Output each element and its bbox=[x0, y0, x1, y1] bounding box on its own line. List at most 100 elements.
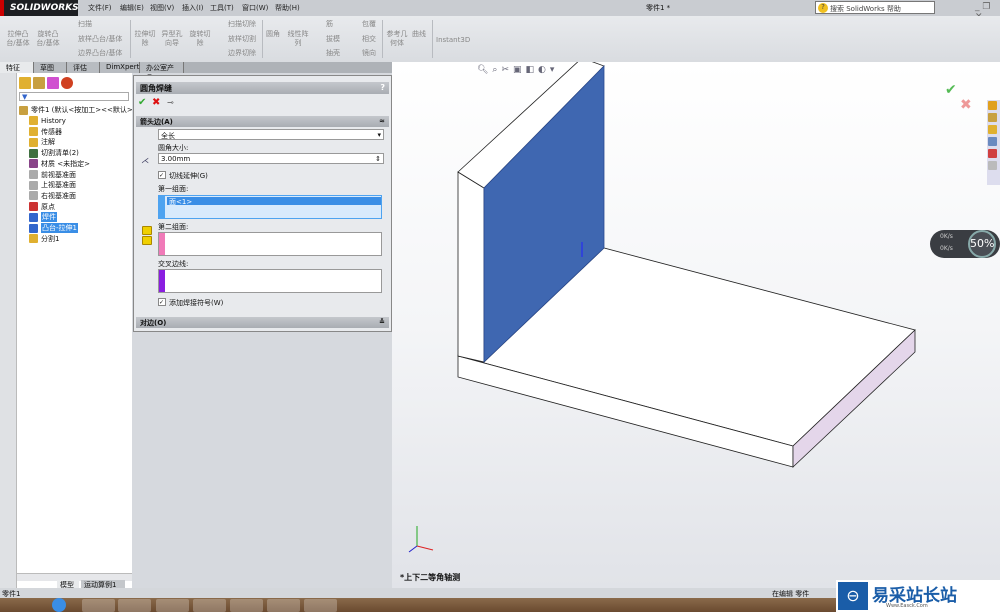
pm-title: 圆角焊缝? bbox=[136, 82, 389, 94]
extrude-cut-button[interactable]: 拉伸切除 bbox=[133, 30, 157, 48]
linear-pattern-button[interactable]: 线性阵列 bbox=[287, 30, 309, 48]
feature-icon bbox=[29, 148, 38, 158]
help-search-input[interactable]: 搜索 SolidWorks 帮助 bbox=[815, 1, 935, 14]
size-label: 圆角大小: bbox=[158, 144, 189, 152]
menu-window[interactable]: 窗口(W) bbox=[242, 3, 268, 13]
feature-icon bbox=[29, 234, 38, 244]
memory-percent: 50% bbox=[968, 230, 996, 258]
tree-item[interactable]: 凸台-拉伸1 bbox=[29, 223, 78, 233]
tree-item[interactable]: 注解 bbox=[29, 137, 55, 147]
group2-label: 第二组面: bbox=[158, 223, 189, 231]
download-speed: 0K/s bbox=[940, 245, 953, 252]
boundary-boss-button[interactable]: 边界凸台/基体 bbox=[78, 49, 122, 58]
fillet-bead-property-manager: 圆角焊缝? ✔ ✖ ⊸ 箭头边(A) ≈ 全长 ▾ 圆角大小: ⋌ 3.00mm ⇕ … bbox=[133, 75, 392, 332]
tree-item[interactable]: History bbox=[29, 116, 66, 125]
revolve-boss-button[interactable]: 旋转凸台/基体 bbox=[34, 30, 62, 48]
status-document: 零件1 bbox=[2, 590, 21, 598]
document-title: 零件1 * bbox=[646, 4, 671, 12]
group1-face-item[interactable]: 面<1> bbox=[167, 197, 381, 206]
group2-faces-list[interactable] bbox=[158, 232, 382, 256]
draft-button[interactable]: 拔模 bbox=[326, 35, 340, 44]
ok-check-icon[interactable]: ✔ bbox=[138, 97, 146, 108]
network-speed-widget: 0K/s 0K/s 50% bbox=[930, 230, 1000, 258]
taskbar-app[interactable] bbox=[304, 599, 337, 612]
plate-edge-face bbox=[457, 171, 485, 363]
tree-item[interactable]: 焊件 bbox=[29, 212, 57, 223]
menu-tools[interactable]: 工具(T) bbox=[210, 3, 234, 13]
help-icon[interactable]: ? bbox=[380, 83, 385, 92]
tangent-propagation-checkbox[interactable]: ✓ 切线延伸(G) bbox=[158, 171, 208, 181]
section-arrow-side[interactable]: 箭头边(A) ≈ bbox=[136, 116, 389, 127]
boundary-cut-button[interactable]: 边界切除 bbox=[228, 49, 256, 58]
extrude-boss-button[interactable]: 拉伸凸台/基体 bbox=[4, 30, 32, 48]
menu-view[interactable]: 视图(V) bbox=[150, 3, 174, 13]
taskbar-app[interactable] bbox=[230, 599, 263, 612]
menu-edit[interactable]: 编辑(E) bbox=[120, 3, 144, 13]
feature-icon bbox=[29, 137, 38, 147]
fillet-size-input[interactable]: 3.00mm ⇕ bbox=[158, 153, 384, 164]
config-manager-tab-icon[interactable] bbox=[47, 77, 59, 89]
tab-dimxpert[interactable]: DimXpert bbox=[100, 62, 140, 73]
group1-faces-list[interactable]: 面<1> bbox=[158, 195, 382, 219]
sweep-button[interactable]: 扫描 bbox=[78, 20, 92, 29]
weld-length-select[interactable]: 全长 ▾ bbox=[158, 129, 384, 140]
section-other-side[interactable]: 对边(O) ≚ bbox=[136, 317, 389, 328]
add-weld-symbol-checkbox[interactable]: ✓ 添加焊接符号(W) bbox=[158, 298, 223, 308]
revolve-cut-button[interactable]: 旋转切除 bbox=[188, 30, 212, 48]
tab-evaluate[interactable]: 评估 bbox=[67, 62, 100, 73]
feature-icon bbox=[29, 191, 38, 201]
tree-item[interactable]: 前视基准面 bbox=[29, 170, 76, 180]
taskbar-app[interactable] bbox=[156, 599, 189, 612]
reference-geometry-button[interactable]: 参考几何体 bbox=[386, 30, 408, 48]
filter-icon[interactable]: ▼ bbox=[19, 92, 129, 101]
rib-button[interactable]: 筋 bbox=[326, 20, 333, 29]
property-manager-tab-icon[interactable] bbox=[33, 77, 45, 89]
taskbar-app[interactable] bbox=[82, 599, 115, 612]
intersect-edges-list[interactable] bbox=[158, 269, 382, 293]
upload-speed: 0K/s bbox=[940, 233, 953, 240]
wrap-button[interactable]: 包覆 bbox=[362, 20, 376, 29]
tree-item[interactable]: 上视基准面 bbox=[29, 180, 76, 190]
tree-item[interactable]: 切割清单(2) bbox=[29, 148, 79, 158]
tree-item[interactable]: 材质 <未指定> bbox=[29, 159, 90, 169]
instant3d-button[interactable]: Instant3D bbox=[436, 36, 470, 45]
taskbar-app[interactable] bbox=[193, 599, 226, 612]
fillet-button[interactable]: 圆角 bbox=[266, 30, 280, 39]
watermark-logo: ⊖ 易采站长站 Www.Easck.Com bbox=[836, 580, 1000, 612]
curves-button[interactable]: 曲线 bbox=[412, 30, 426, 39]
loft-button[interactable]: 放样凸台/基体 bbox=[78, 35, 122, 44]
tree-item[interactable]: 右视基准面 bbox=[29, 191, 76, 201]
feature-manager-tab-icon[interactable] bbox=[19, 77, 31, 89]
taskbar-app[interactable] bbox=[267, 599, 300, 612]
group1-label: 第一组面: bbox=[158, 185, 189, 193]
menu-help[interactable]: 帮助(H) bbox=[275, 3, 300, 13]
tab-sketch[interactable]: 草图 bbox=[34, 62, 67, 73]
graphics-viewport[interactable]: 🔍︎⌕✂▣◧◐▾ ✔ ✖ 0K/s 0K/s 50% *上下二等角轴测 bbox=[392, 62, 1000, 588]
tree-item[interactable]: 传感器 bbox=[29, 127, 62, 137]
intersect-button[interactable]: 相交 bbox=[362, 35, 376, 44]
tree-item[interactable]: 分割1 bbox=[29, 234, 59, 244]
face-selection-icon-2 bbox=[142, 236, 152, 245]
hole-wizard-button[interactable]: 异型孔向导 bbox=[160, 30, 184, 48]
swept-cut-button[interactable]: 扫描切除 bbox=[228, 20, 256, 29]
start-button[interactable] bbox=[52, 598, 66, 612]
left-toolbar-strip bbox=[0, 73, 17, 588]
display-manager-tab-icon[interactable] bbox=[61, 77, 73, 89]
mirror-button[interactable]: 镜向 bbox=[362, 49, 376, 58]
menu-insert[interactable]: 插入(I) bbox=[182, 3, 204, 13]
lofted-cut-button[interactable]: 放样切割 bbox=[228, 35, 256, 44]
part-model[interactable] bbox=[392, 62, 1000, 588]
tab-features[interactable]: 特征 bbox=[0, 62, 34, 73]
coordinate-triad-icon bbox=[408, 526, 434, 553]
taskbar-app[interactable] bbox=[118, 599, 151, 612]
shell-button[interactable]: 抽壳 bbox=[326, 49, 340, 58]
tree-item[interactable]: 原点 bbox=[29, 202, 55, 212]
feature-icon bbox=[29, 127, 38, 137]
tree-root[interactable]: 零件1 (默认<按加工><<默认> bbox=[19, 105, 133, 115]
feature-icon bbox=[29, 212, 38, 222]
tab-office-products[interactable]: 办公室产品 bbox=[140, 62, 184, 82]
menu-file[interactable]: 文件(F) bbox=[88, 3, 112, 13]
pushpin-icon[interactable]: ⊸ bbox=[167, 98, 174, 107]
command-manager-ribbon: 拉伸凸台/基体 旋转凸台/基体 扫描 放样凸台/基体 边界凸台/基体 拉伸切除 … bbox=[0, 16, 1000, 62]
cancel-x-icon[interactable]: ✖ bbox=[152, 97, 160, 108]
